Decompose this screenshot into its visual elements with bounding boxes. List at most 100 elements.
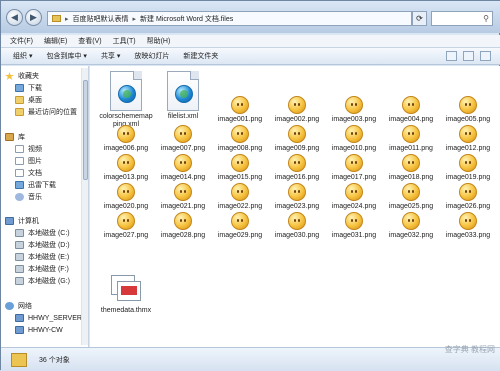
menu-edit[interactable]: 编辑(E): [44, 36, 67, 46]
file-item[interactable]: image009.png: [269, 125, 325, 153]
nav-label: 本地磁盘 (D:): [28, 242, 70, 249]
slideshow-button[interactable]: 放映幻灯片: [134, 51, 169, 61]
file-item[interactable]: image023.png: [269, 183, 325, 211]
include-library-button[interactable]: 包含到库中 ▾: [46, 51, 86, 61]
nav-pictures[interactable]: 图片: [15, 155, 42, 167]
nav-drive-g[interactable]: 本地磁盘 (G:): [15, 275, 70, 287]
file-item[interactable]: image007.png: [155, 125, 211, 153]
nav-cw[interactable]: HHWY-CW: [15, 324, 63, 336]
file-item[interactable]: image028.png: [155, 212, 211, 240]
file-item[interactable]: image017.png: [326, 154, 382, 182]
nav-drive-c[interactable]: 本地磁盘 (C:): [15, 227, 70, 239]
file-item[interactable]: image022.png: [212, 183, 268, 211]
network-computer-icon: [15, 326, 24, 334]
search-input[interactable]: ⚲: [431, 11, 493, 26]
share-button[interactable]: 共享 ▾: [101, 51, 120, 61]
view-options-icon[interactable]: [446, 51, 457, 61]
file-item[interactable]: image014.png: [155, 154, 211, 182]
nav-thunder[interactable]: 迅雷下载: [15, 179, 56, 191]
nav-drive-f[interactable]: 本地磁盘 (F:): [15, 263, 69, 275]
file-item[interactable]: image004.png: [383, 96, 439, 124]
file-item[interactable]: image005.png: [440, 96, 496, 124]
nav-recent[interactable]: 最近访问的位置: [15, 106, 77, 118]
file-item[interactable]: image008.png: [212, 125, 268, 153]
file-item[interactable]: image002.png: [269, 96, 325, 124]
file-name: image019.png: [445, 174, 491, 181]
file-item[interactable]: image018.png: [383, 154, 439, 182]
library-icon: [5, 133, 14, 141]
emoji-image-icon: [231, 125, 249, 143]
item-count: 36 个对象: [39, 356, 70, 364]
file-item[interactable]: filelist.xml: [155, 71, 211, 121]
file-item[interactable]: image026.png: [440, 183, 496, 211]
nav-music[interactable]: 音乐: [15, 191, 42, 203]
file-item[interactable]: image029.png: [212, 212, 268, 240]
file-item[interactable]: themedata.thmx: [98, 271, 154, 315]
forward-button[interactable]: ▶: [25, 9, 42, 26]
nav-label: 收藏夹: [18, 73, 39, 80]
menu-help[interactable]: 帮助(H): [147, 36, 171, 46]
xml-file-icon: [167, 71, 199, 111]
globe-icon: [118, 85, 136, 103]
nav-libraries[interactable]: 库: [5, 131, 25, 143]
file-item[interactable]: image012.png: [440, 125, 496, 153]
menu-view[interactable]: 查看(V): [78, 36, 101, 46]
file-item[interactable]: image019.png: [440, 154, 496, 182]
nav-label: 计算机: [18, 218, 39, 225]
nav-label: 桌面: [28, 97, 42, 104]
sidebar-scrollbar[interactable]: [81, 68, 88, 345]
nav-computer[interactable]: 计算机: [5, 215, 39, 227]
navigation-pane: 收藏夹 下载 桌面 最近访问的位置 库 视频 图片 文档 迅雷下载 音乐 计算机…: [1, 66, 89, 347]
nav-network[interactable]: 网络: [5, 300, 32, 312]
emoji-image-icon: [402, 154, 420, 172]
theme-file-icon: [109, 271, 143, 305]
nav-desktop[interactable]: 桌面: [15, 94, 42, 106]
nav-drive-e[interactable]: 本地磁盘 (E:): [15, 251, 69, 263]
refresh-icon[interactable]: ⟳: [412, 11, 427, 26]
file-item[interactable]: image031.png: [326, 212, 382, 240]
breadcrumb-1[interactable]: 百度贴吧默认表情: [73, 14, 129, 24]
back-button[interactable]: ◀: [6, 9, 23, 26]
nav-downloads[interactable]: 下载: [15, 82, 42, 94]
file-item[interactable]: image020.png: [98, 183, 154, 211]
file-item[interactable]: image027.png: [98, 212, 154, 240]
nav-favorites[interactable]: 收藏夹: [5, 70, 39, 82]
emoji-image-icon: [174, 154, 192, 172]
file-item[interactable]: image011.png: [383, 125, 439, 153]
nav-drive-d[interactable]: 本地磁盘 (D:): [15, 239, 70, 251]
new-folder-button[interactable]: 新建文件夹: [183, 51, 218, 61]
preview-pane-icon[interactable]: [463, 51, 474, 61]
nav-videos[interactable]: 视频: [15, 143, 42, 155]
file-item[interactable]: image003.png: [326, 96, 382, 124]
nav-label: 视频: [28, 146, 42, 153]
file-item[interactable]: image021.png: [155, 183, 211, 211]
file-item[interactable]: image013.png: [98, 154, 154, 182]
file-item[interactable]: image006.png: [98, 125, 154, 153]
file-name: image026.png: [445, 203, 491, 210]
nav-documents[interactable]: 文档: [15, 167, 42, 179]
file-item[interactable]: image016.png: [269, 154, 325, 182]
file-item[interactable]: colorschememapping.xml: [98, 71, 154, 129]
scroll-thumb[interactable]: [83, 80, 88, 180]
file-item[interactable]: image015.png: [212, 154, 268, 182]
organize-button[interactable]: 组织 ▾: [13, 51, 32, 61]
file-item[interactable]: image001.png: [212, 96, 268, 124]
menu-tools[interactable]: 工具(T): [113, 36, 136, 46]
file-item[interactable]: image010.png: [326, 125, 382, 153]
help-icon[interactable]: [480, 51, 491, 61]
file-item[interactable]: image033.png: [440, 212, 496, 240]
file-item[interactable]: image024.png: [326, 183, 382, 211]
breadcrumb-2[interactable]: 新建 Microsoft Word 文档.files: [140, 14, 233, 24]
network-icon: [5, 302, 14, 310]
picture-library-icon: [15, 157, 24, 165]
file-item[interactable]: image032.png: [383, 212, 439, 240]
file-name: image032.png: [388, 232, 434, 239]
address-bar[interactable]: ▸ 百度贴吧默认表情 ▸ 新建 Microsoft Word 文档.files: [47, 11, 412, 26]
nav-server[interactable]: HHWY_SERVER: [15, 312, 82, 324]
file-item[interactable]: image025.png: [383, 183, 439, 211]
command-toolbar: 组织 ▾ 包含到库中 ▾ 共享 ▾ 放映幻灯片 新建文件夹: [1, 48, 500, 65]
file-item[interactable]: image030.png: [269, 212, 325, 240]
drive-icon: [15, 277, 24, 285]
menu-file[interactable]: 文件(F): [10, 36, 33, 46]
xml-file-icon: [110, 71, 142, 111]
